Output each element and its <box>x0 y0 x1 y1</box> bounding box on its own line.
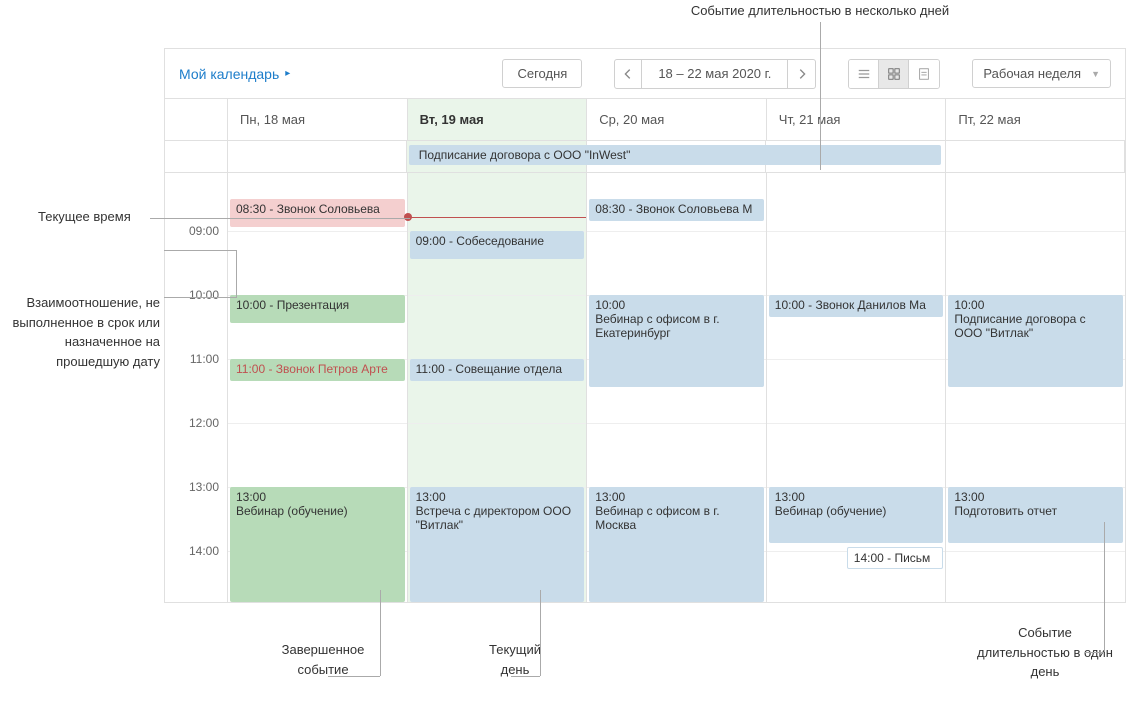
event[interactable]: 10:00 Вебинар с офисом в г. Екатеринбург <box>589 295 764 387</box>
allday-row: Подписание договора с ООО "InWest" <box>165 141 1125 173</box>
event-title: Вебинар (обучение) <box>236 504 348 518</box>
breadcrumb[interactable]: Мой календарь ▸ <box>179 66 290 82</box>
list-icon <box>857 67 871 81</box>
event[interactable]: 08:30 - Звонок Соловьева М <box>589 199 764 221</box>
allday-cell[interactable] <box>946 141 1125 172</box>
day-column-mon[interactable]: 08:30 - Звонок Соловьева 10:00 - Презент… <box>228 173 408 602</box>
hour-label: 09:00 <box>189 224 219 238</box>
day-header-wed[interactable]: Ср, 20 мая <box>587 99 767 140</box>
agenda-icon <box>917 67 931 81</box>
time-gutter: 09:00 10:00 11:00 12:00 13:00 14:00 <box>165 173 228 602</box>
day-headers: Пн, 18 мая Вт, 19 мая Ср, 20 мая Чт, 21 … <box>165 99 1125 141</box>
day-column-wed[interactable]: 08:30 - Звонок Соловьева М 10:00 Вебинар… <box>587 173 767 602</box>
event-time: 13:00 <box>775 490 805 504</box>
annotation-completed: Завершенное событие <box>263 640 383 679</box>
day-header-thu[interactable]: Чт, 21 мая <box>767 99 947 140</box>
hour-label: 13:00 <box>189 480 219 494</box>
hour-label: 10:00 <box>189 288 219 302</box>
grid-view-button[interactable] <box>879 60 909 88</box>
calendar-grid: 09:00 10:00 11:00 12:00 13:00 14:00 08:3… <box>165 173 1125 602</box>
event[interactable]: 14:00 - Письм <box>847 547 944 569</box>
day-header-tue[interactable]: Вт, 19 мая <box>408 99 588 140</box>
event[interactable]: 10:00 - Звонок Данилов Ма <box>769 295 944 317</box>
breadcrumb-label: Мой календарь <box>179 66 279 82</box>
event-time: 13:00 <box>954 490 984 504</box>
event[interactable]: 11:00 - Совещание отдела <box>410 359 585 381</box>
allday-cell[interactable] <box>228 141 407 172</box>
event-done[interactable]: 10:00 - Презентация <box>230 295 405 323</box>
grid-icon <box>887 67 901 81</box>
event[interactable]: 13:00 Вебинар (обучение) <box>769 487 944 543</box>
chevron-right-icon <box>795 67 809 81</box>
date-range-label[interactable]: 18 – 22 мая 2020 г. <box>642 59 788 89</box>
allday-gutter <box>165 141 228 172</box>
day-column-tue[interactable]: 09:00 - Собеседование 11:00 - Совещание … <box>408 173 588 602</box>
event[interactable]: 13:00 Встреча с директором ООО "Витлак" <box>410 487 585 602</box>
next-button[interactable] <box>788 59 816 89</box>
event[interactable]: 13:00 Вебинар с офисом в г. Москва <box>589 487 764 602</box>
annotation-now: Текущее время <box>38 209 131 224</box>
annotation-overdue: Взаимоотношение, не выполненное в срок и… <box>3 293 160 371</box>
view-switcher <box>848 59 940 89</box>
agenda-view-button[interactable] <box>909 60 939 88</box>
calendar-widget: Мой календарь ▸ Сегодня 18 – 22 мая 2020… <box>164 48 1126 603</box>
day-header-mon[interactable]: Пн, 18 мая <box>228 99 408 140</box>
event-title: Подготовить отчет <box>954 504 1057 518</box>
event-overdue[interactable]: 08:30 - Звонок Соловьева <box>230 199 405 227</box>
day-header-fri[interactable]: Пт, 22 мая <box>946 99 1125 140</box>
now-dot-icon <box>404 213 412 221</box>
day-column-thu[interactable]: 10:00 - Звонок Данилов Ма 13:00 Вебинар … <box>767 173 947 602</box>
annotation-current-day: Текущий день <box>475 640 555 679</box>
event-time: 10:00 <box>595 298 625 312</box>
event-done[interactable]: 13:00 Вебинар (обучение) <box>230 487 405 602</box>
caret-down-icon: ▼ <box>1091 69 1100 79</box>
date-nav: 18 – 22 мая 2020 г. <box>614 59 816 89</box>
list-view-button[interactable] <box>849 60 879 88</box>
event-title: Вебинар (обучение) <box>775 504 887 518</box>
now-indicator <box>408 217 587 218</box>
prev-button[interactable] <box>614 59 642 89</box>
event-title: Вебинар с офисом в г. Екатеринбург <box>595 312 719 340</box>
event-time: 10:00 <box>954 298 984 312</box>
event-title: Подписание договора с ООО "Витлак" <box>954 312 1085 340</box>
chevron-right-icon: ▸ <box>285 68 290 79</box>
allday-event[interactable]: Подписание договора с ООО "InWest" <box>409 145 941 165</box>
event[interactable]: 09:00 - Собеседование <box>410 231 585 259</box>
hour-label: 14:00 <box>189 544 219 558</box>
dropdown-label: Рабочая неделя <box>983 66 1081 81</box>
calendar-toolbar: Мой календарь ▸ Сегодня 18 – 22 мая 2020… <box>165 49 1125 99</box>
event-time: 13:00 <box>236 490 266 504</box>
event-title: Встреча с директором ООО "Витлак" <box>416 504 571 532</box>
event[interactable]: 10:00 Подписание договора с ООО "Витлак" <box>948 295 1123 387</box>
today-button[interactable]: Сегодня <box>502 59 582 88</box>
event-overdue-done[interactable]: 11:00 - Звонок Петров Арте <box>230 359 405 381</box>
event-time: 13:00 <box>595 490 625 504</box>
day-column-fri[interactable]: 10:00 Подписание договора с ООО "Витлак"… <box>946 173 1125 602</box>
gutter-header <box>165 99 228 140</box>
event[interactable]: 13:00 Подготовить отчет <box>948 487 1123 543</box>
hour-label: 11:00 <box>190 352 219 366</box>
annotation-multi-day: Событие длительностью в несколько дней <box>640 3 1000 18</box>
chevron-left-icon <box>621 67 635 81</box>
hour-label: 12:00 <box>189 416 219 430</box>
week-mode-dropdown[interactable]: Рабочая неделя ▼ <box>972 59 1111 88</box>
event-title: Вебинар с офисом в г. Москва <box>595 504 719 532</box>
event-time: 13:00 <box>416 490 446 504</box>
